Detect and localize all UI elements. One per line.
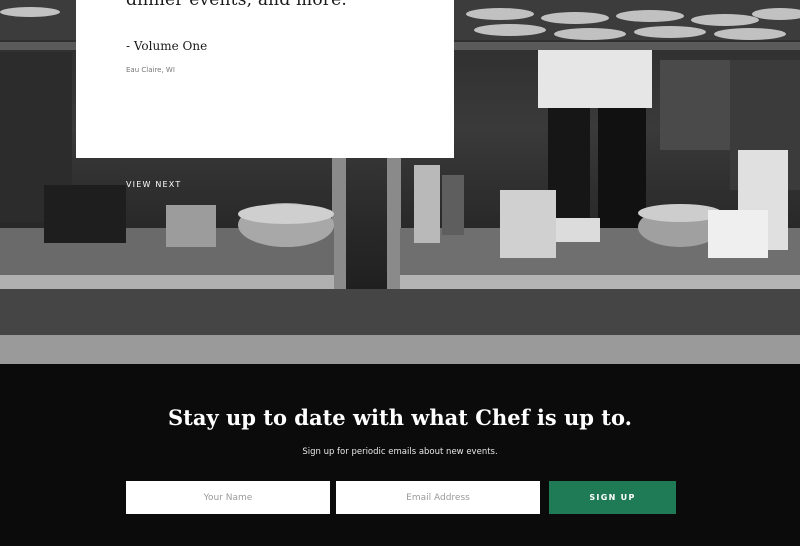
hero-photo-section: dinner events, and more. - Volume One Ea… [0, 0, 800, 364]
testimonial-source: - Volume One [126, 39, 208, 53]
name-input[interactable] [126, 481, 330, 514]
testimonial-card: dinner events, and more. - Volume One Ea… [76, 0, 454, 158]
signup-title: Stay up to date with what Chef is up to. [168, 405, 632, 430]
testimonial-location: Eau Claire, WI [126, 66, 175, 74]
signup-subtitle: Sign up for periodic emails about new ev… [302, 447, 498, 457]
testimonial-text: dinner events, and more. [126, 0, 347, 10]
view-next-link[interactable]: VIEW NEXT [126, 180, 181, 189]
sign-up-button[interactable]: SIGN UP [549, 481, 676, 514]
newsletter-signup-section: Stay up to date with what Chef is up to.… [0, 364, 800, 546]
email-input[interactable] [336, 481, 540, 514]
